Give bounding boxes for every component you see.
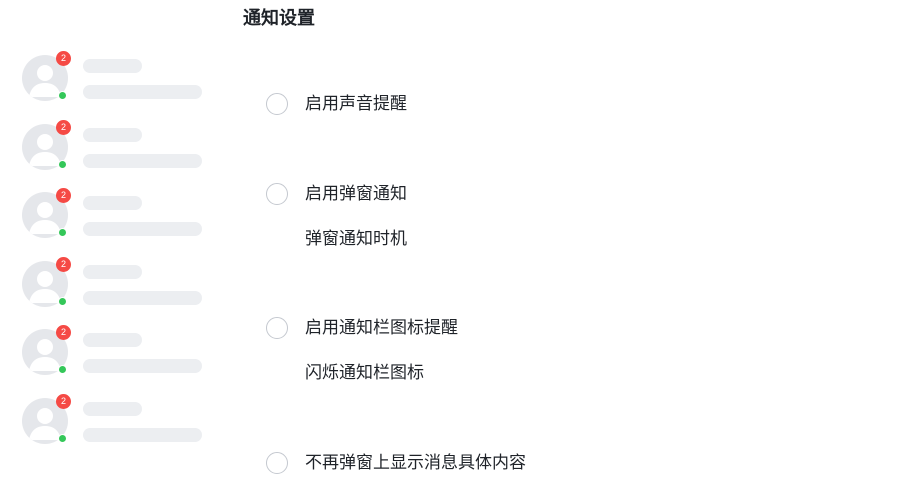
name-placeholder (83, 128, 142, 142)
message-placeholder (83, 85, 202, 99)
chat-list-item[interactable]: 2 (22, 120, 204, 174)
radio-button[interactable] (266, 452, 288, 474)
radio-button[interactable] (266, 93, 288, 115)
chat-list-item[interactable]: 2 (22, 394, 204, 448)
name-placeholder (83, 59, 142, 73)
online-status-dot (58, 91, 67, 100)
option-label: 不再弹窗上显示消息具体内容 (305, 453, 526, 473)
radio-button[interactable] (266, 183, 288, 205)
unread-badge: 2 (56, 257, 71, 272)
option-label: 启用声音提醒 (305, 94, 407, 114)
message-placeholder (83, 359, 202, 373)
name-placeholder (83, 333, 142, 347)
chat-list-item[interactable]: 2 (22, 51, 204, 105)
online-status-dot (58, 160, 67, 169)
chat-list-item[interactable]: 2 (22, 188, 204, 242)
message-placeholder (83, 154, 202, 168)
flash-tray-icon-setting[interactable]: 闪烁通知栏图标 (305, 361, 424, 385)
online-status-dot (58, 434, 67, 443)
message-placeholder (83, 291, 202, 305)
page-title: 通知设置 (243, 8, 315, 29)
unread-badge: 2 (56, 394, 71, 409)
unread-badge: 2 (56, 188, 71, 203)
chat-list: 2 2 2 2 2 2 (0, 0, 215, 500)
option-label: 启用弹窗通知 (305, 184, 407, 204)
chat-list-item[interactable]: 2 (22, 257, 204, 311)
message-placeholder (83, 222, 202, 236)
online-status-dot (58, 228, 67, 237)
name-placeholder (83, 196, 142, 210)
chat-list-item[interactable]: 2 (22, 325, 204, 379)
option-label: 启用通知栏图标提醒 (305, 318, 458, 338)
popup-timing-setting[interactable]: 弹窗通知时机 (305, 227, 407, 251)
message-placeholder (83, 428, 202, 442)
name-placeholder (83, 402, 142, 416)
online-status-dot (58, 365, 67, 374)
unread-badge: 2 (56, 51, 71, 66)
name-placeholder (83, 265, 142, 279)
unread-badge: 2 (56, 120, 71, 135)
notification-settings-page: 2 2 2 2 2 2 通知设置 启用声音提醒 启用弹窗通知 弹窗通知时机 启用… (0, 0, 900, 500)
online-status-dot (58, 297, 67, 306)
radio-button[interactable] (266, 317, 288, 339)
unread-badge: 2 (56, 325, 71, 340)
